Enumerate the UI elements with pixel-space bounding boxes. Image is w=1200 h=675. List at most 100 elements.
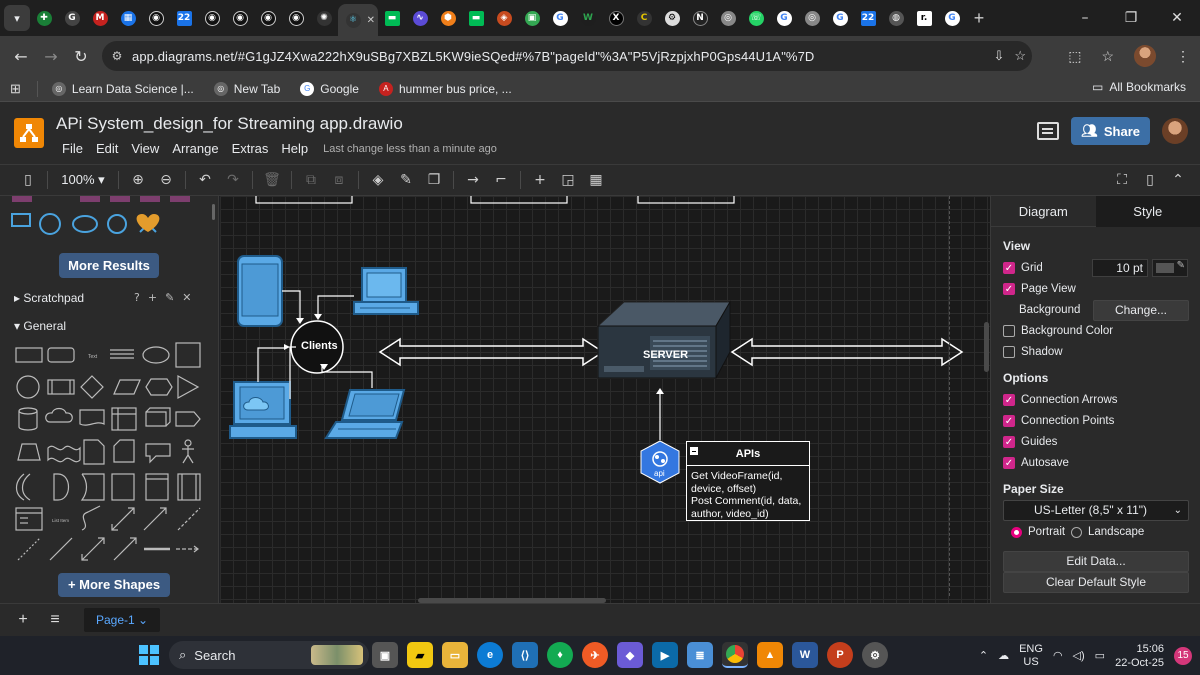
file-explorer-icon[interactable]: ▭ bbox=[442, 642, 468, 668]
browser-tab[interactable]: ☏ bbox=[742, 3, 770, 33]
share-button[interactable]: 👥︎ Share bbox=[1071, 117, 1150, 145]
zoom-out-icon[interactable]: ⊖ bbox=[152, 172, 180, 188]
browser-tab[interactable]: ◉ bbox=[226, 3, 254, 33]
chrome-icon[interactable] bbox=[722, 642, 748, 668]
more-results-button[interactable]: More Results bbox=[59, 253, 159, 278]
tab-search-icon[interactable]: ▾ bbox=[4, 5, 30, 31]
browser-tab[interactable]: 22 bbox=[854, 3, 882, 33]
to-front-icon[interactable]: ⧉ bbox=[297, 172, 325, 188]
landscape-radio[interactable] bbox=[1071, 526, 1082, 538]
sticky-notes-icon[interactable]: ▰ bbox=[407, 642, 433, 668]
user-avatar[interactable] bbox=[1162, 118, 1188, 144]
browser-tab[interactable]: G bbox=[546, 3, 574, 33]
change-background-button[interactable]: Change... bbox=[1093, 300, 1189, 321]
general-shapes-palette[interactable]: Text List Item bbox=[10, 336, 210, 566]
browser-tab[interactable]: X bbox=[602, 3, 630, 33]
bookmark-star-icon[interactable]: ☆ bbox=[1014, 48, 1026, 64]
connection-arrows-option[interactable]: Connection Arrows bbox=[1003, 394, 1118, 406]
close-tab-icon[interactable]: ✕ bbox=[367, 15, 375, 26]
search-result-shapes[interactable] bbox=[0, 196, 205, 246]
last-change-status[interactable]: Last change less than a minute ago bbox=[323, 143, 497, 156]
redo-icon[interactable]: ↷ bbox=[219, 172, 247, 188]
apis-body[interactable]: Get VideoFrame(id, device, offset) Post … bbox=[687, 466, 809, 524]
grid-size-input[interactable]: 10 pt bbox=[1092, 259, 1148, 277]
browser-tab[interactable]: G bbox=[938, 3, 966, 33]
browser-tab[interactable]: G bbox=[58, 3, 86, 33]
shadow-option[interactable]: Shadow bbox=[1003, 346, 1063, 358]
tab-diagram[interactable]: Diagram bbox=[991, 196, 1096, 227]
comments-icon[interactable] bbox=[1037, 122, 1060, 140]
grid-color-picker[interactable] bbox=[1152, 259, 1188, 277]
browser-tab[interactable]: ◎ bbox=[714, 3, 742, 33]
vlc-icon[interactable]: ▲ bbox=[757, 642, 783, 668]
browser-tab[interactable]: W bbox=[574, 3, 602, 33]
server-rack-icon[interactable] bbox=[596, 300, 731, 379]
fullscreen-icon[interactable]: ⛶ bbox=[1108, 172, 1136, 188]
edit-data-button[interactable]: Edit Data... bbox=[1003, 551, 1189, 572]
bookmarks-icon[interactable]: ☆ bbox=[1101, 48, 1114, 65]
background-color-option[interactable]: Background Color bbox=[1003, 325, 1113, 337]
back-icon[interactable]: ← bbox=[6, 47, 36, 66]
notification-badge[interactable]: 15 bbox=[1174, 646, 1192, 665]
browser-tab[interactable]: ◉ bbox=[282, 3, 310, 33]
partial-box-shape[interactable] bbox=[255, 196, 353, 204]
browser-tab[interactable]: ▬ bbox=[462, 3, 490, 33]
browser-tab[interactable]: ▬ bbox=[378, 3, 406, 33]
grid-option[interactable]: Grid bbox=[1003, 262, 1043, 274]
clear-default-style-button[interactable]: Clear Default Style bbox=[1003, 572, 1189, 593]
restore-icon[interactable]: ❐ bbox=[1108, 0, 1154, 36]
url-text[interactable]: app.diagrams.net/#G1gJZ4Xwa222hX9uSBg7XB… bbox=[132, 49, 814, 64]
paper-size-select[interactable]: US-Letter (8,5" x 11") ⌄ bbox=[1003, 500, 1189, 521]
taskbar-search[interactable]: ⌕ Search bbox=[169, 641, 369, 669]
collapse-icon[interactable]: ⌃ bbox=[1164, 172, 1192, 188]
close-window-icon[interactable]: ✕ bbox=[1154, 0, 1200, 36]
autosave-checkbox[interactable] bbox=[1003, 457, 1015, 469]
chrome-menu-icon[interactable]: ⋮ bbox=[1176, 48, 1190, 65]
shapes-icon[interactable]: ◲ bbox=[554, 172, 582, 188]
add-page-icon[interactable]: + bbox=[8, 611, 38, 629]
bookmark-item[interactable]: Ahummer bus price, ... bbox=[378, 81, 512, 96]
shadow-checkbox[interactable] bbox=[1003, 346, 1015, 358]
menu-file[interactable]: File bbox=[62, 141, 83, 156]
browser-tab[interactable]: 22 bbox=[170, 3, 198, 33]
wifi-icon[interactable]: ◠ bbox=[1053, 649, 1063, 662]
edit-icon[interactable]: ✎ bbox=[165, 291, 174, 304]
desktop-cloud-computer-icon[interactable] bbox=[229, 381, 297, 439]
portrait-option[interactable]: Portrait bbox=[1011, 526, 1065, 538]
browser-tab[interactable]: ◍ bbox=[882, 3, 910, 33]
zoom-in-icon[interactable]: ⊕ bbox=[124, 172, 152, 188]
autosave-option[interactable]: Autosave bbox=[1003, 457, 1069, 469]
address-bar[interactable]: ⚙ app.diagrams.net/#G1gJZ4Xwa222hX9uSBg7… bbox=[102, 41, 1032, 71]
more-shapes-button[interactable]: + More Shapes bbox=[58, 573, 170, 597]
close-icon[interactable]: ✕ bbox=[182, 291, 191, 304]
browser-tab[interactable]: ✺ bbox=[310, 3, 338, 33]
waypoints-icon[interactable]: ⌐ bbox=[487, 172, 515, 188]
browser-tab[interactable]: ◉ bbox=[142, 3, 170, 33]
sidebar-scrollbar[interactable] bbox=[212, 204, 215, 220]
connection-points-checkbox[interactable] bbox=[1003, 415, 1015, 427]
browser-tab[interactable]: G bbox=[826, 3, 854, 33]
grid-checkbox[interactable] bbox=[1003, 262, 1015, 274]
tray-overflow-icon[interactable]: ⌃ bbox=[979, 649, 988, 662]
delete-icon[interactable]: 🗑︎ bbox=[258, 172, 286, 188]
volume-icon[interactable]: ◁) bbox=[1073, 649, 1085, 662]
sidebar-toggle-icon[interactable]: ▯ bbox=[14, 172, 42, 188]
background-color-checkbox[interactable] bbox=[1003, 325, 1015, 337]
guides-checkbox[interactable] bbox=[1003, 436, 1015, 448]
browser-tab[interactable]: ⬢ bbox=[434, 3, 462, 33]
browser-tab[interactable]: ▣ bbox=[518, 3, 546, 33]
git-icon[interactable]: ◆ bbox=[617, 642, 643, 668]
scratchpad-header[interactable]: ▸ Scratchpad bbox=[14, 291, 84, 305]
drawio-logo-icon[interactable] bbox=[14, 118, 44, 148]
mobile-phone-icon[interactable] bbox=[237, 255, 283, 327]
apis-header[interactable]: APIs bbox=[687, 442, 809, 466]
format-panel-icon[interactable]: ▯ bbox=[1136, 172, 1164, 188]
laptop-icon[interactable] bbox=[324, 389, 406, 439]
browser-tab-active[interactable]: ⚛ ✕ bbox=[338, 4, 378, 36]
battery-icon[interactable]: ▭ bbox=[1095, 649, 1105, 662]
page-view-option[interactable]: Page View bbox=[1003, 283, 1076, 295]
fill-color-icon[interactable]: ◈ bbox=[364, 172, 392, 188]
help-icon[interactable]: ? bbox=[134, 291, 140, 304]
shadow-icon[interactable]: ❐ bbox=[420, 172, 448, 188]
menu-extras[interactable]: Extras bbox=[232, 141, 269, 156]
